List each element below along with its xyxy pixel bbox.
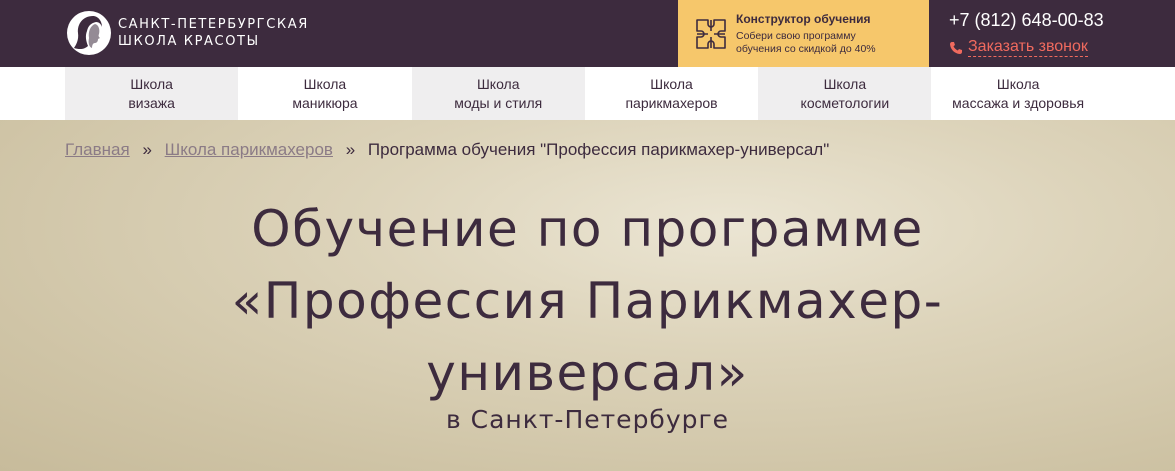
site-header: САНКТ-ПЕТЕРБУРГСКАЯ ШКОЛА КРАСОТЫ Констр…	[0, 0, 1175, 67]
nav-item-line-1: Школа	[303, 75, 347, 92]
breadcrumb: Главная » Школа парикмахеров » Программа…	[65, 140, 829, 160]
callback-button[interactable]: Заказать звонок	[949, 38, 1104, 57]
logo[interactable]: САНКТ-ПЕТЕРБУРГСКАЯ ШКОЛА КРАСОТЫ	[66, 10, 309, 56]
breadcrumb-separator: »	[142, 140, 152, 159]
breadcrumb-separator: »	[345, 140, 356, 159]
builder-text: Конструктор обучения Собери свою програм…	[736, 12, 876, 56]
nav-item-fashion[interactable]: Школа моды и стиля	[411, 67, 585, 120]
page-title: Обучение по программе «Профессия Парикма…	[0, 193, 1175, 409]
nav-item-line-2: моды и стиля	[454, 94, 543, 111]
nav-item-line-2: косметологии	[800, 94, 890, 111]
phone-icon	[950, 41, 962, 54]
logo-line-1: САНКТ-ПЕТЕРБУРГСКАЯ	[118, 17, 309, 32]
builder-title: Конструктор обучения	[736, 11, 871, 26]
breadcrumb-section-link[interactable]: Школа парикмахеров	[165, 140, 333, 159]
nav-item-line-2: парикмахеров	[625, 94, 718, 111]
page-title-line-1: Обучение по программе	[251, 200, 924, 258]
course-builder-banner[interactable]: Конструктор обучения Собери свою програм…	[678, 0, 929, 67]
nav-item-manicure[interactable]: Школа маникюра	[238, 67, 411, 120]
nav-item-cosmetology[interactable]: Школа косметологии	[758, 67, 932, 120]
hero-section: Главная » Школа парикмахеров » Программа…	[0, 120, 1175, 471]
builder-desc-line-2: обучения со скидкой до 40%	[736, 42, 876, 55]
contact-block: +7 (812) 648-00-83 Заказать звонок	[949, 8, 1104, 57]
breadcrumb-home-link[interactable]: Главная	[65, 140, 130, 159]
main-nav: Школа визажа Школа маникюра Школа моды и…	[0, 67, 1175, 120]
nav-item-hairdressers[interactable]: Школа парикмахеров	[585, 67, 758, 120]
nav-item-line-1: Школа	[996, 75, 1040, 92]
phone-number[interactable]: +7 (812) 648-00-83	[949, 8, 1104, 32]
woman-silhouette-icon	[67, 11, 111, 55]
nav-item-line-1: Школа	[823, 75, 867, 92]
callback-label: Заказать звонок	[968, 38, 1088, 57]
nav-item-line-2: визажа	[128, 94, 175, 111]
nav-item-massage[interactable]: Школа массажа и здоровья	[931, 67, 1104, 120]
logo-text: САНКТ-ПЕТЕРБУРГСКАЯ ШКОЛА КРАСОТЫ	[118, 16, 309, 50]
builder-description: Собери свою программу обучения со скидко…	[736, 30, 876, 56]
logo-line-2: ШКОЛА КРАСОТЫ	[118, 34, 260, 49]
nav-item-line-1: Школа	[130, 75, 173, 92]
nav-item-makeup[interactable]: Школа визажа	[65, 67, 239, 120]
nav-item-line-1: Школа	[476, 75, 520, 92]
nav-item-line-2: массажа и здоровья	[952, 94, 1085, 111]
nav-item-line-2: маникюра	[292, 94, 358, 111]
builder-desc-line-1: Собери свою программу	[736, 29, 856, 42]
page-subtitle: в Санкт-Петербурге	[445, 405, 730, 434]
page-title-line-3: универсал»	[426, 344, 749, 402]
nav-items: Школа визажа Школа маникюра Школа моды и…	[65, 67, 1105, 120]
puzzle-icon	[696, 18, 726, 49]
breadcrumb-current: Программа обучения "Профессия парикмахер…	[367, 140, 830, 159]
page-title-line-2: «Профессия Парикмахер-	[231, 272, 944, 330]
nav-item-line-1: Школа	[650, 75, 693, 92]
